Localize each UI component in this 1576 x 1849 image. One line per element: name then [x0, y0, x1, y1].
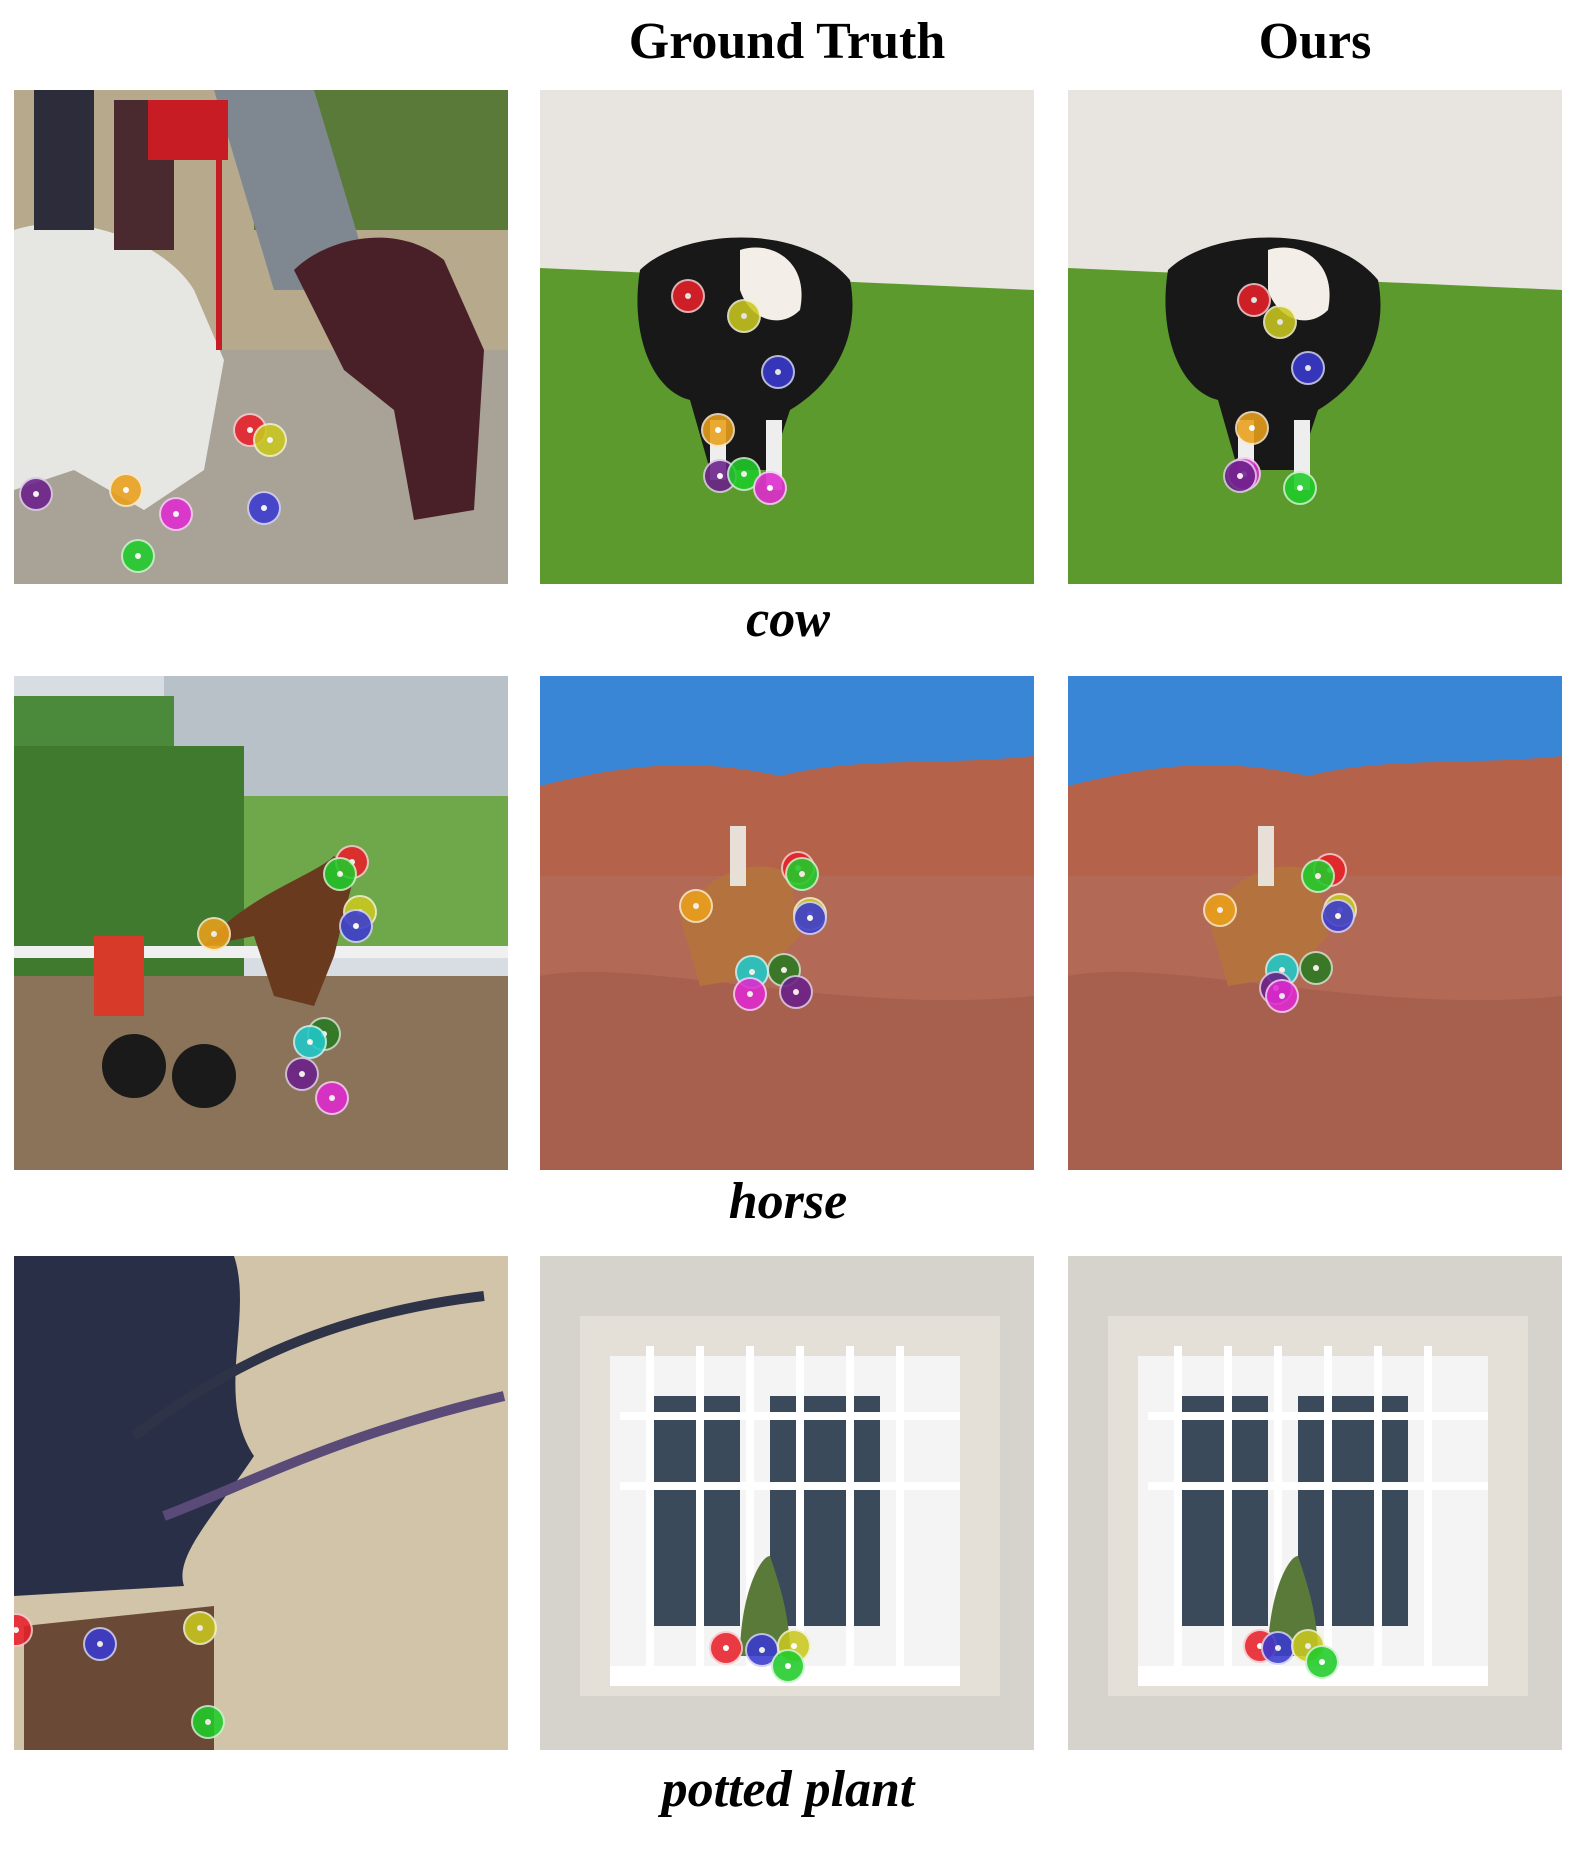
potted-plant-source-image — [14, 1256, 508, 1750]
cow-ours-image — [1068, 90, 1562, 584]
keypoint — [191, 1705, 225, 1739]
keypoint — [701, 413, 735, 447]
keypoint — [1299, 951, 1333, 985]
keypoint — [1265, 979, 1299, 1013]
horse-ground-truth-image — [540, 676, 1034, 1170]
keypoint — [197, 917, 231, 951]
keypoint — [339, 909, 373, 943]
keypoint — [1283, 471, 1317, 505]
keypoint — [1291, 351, 1325, 385]
category-label-cow: cow — [746, 591, 830, 648]
keypoint — [323, 857, 357, 891]
keypoint — [1301, 859, 1335, 893]
keypoint — [315, 1081, 349, 1115]
keypoint — [671, 279, 705, 313]
keypoint — [1235, 411, 1269, 445]
keypoint — [761, 355, 795, 389]
header-ours: Ours — [1258, 13, 1372, 70]
keypoint — [785, 857, 819, 891]
keypoint — [679, 889, 713, 923]
keypoint — [159, 497, 193, 531]
header-ground-truth: Ground Truth — [628, 13, 946, 70]
keypoint — [121, 539, 155, 573]
keypoint — [709, 1631, 743, 1665]
horse-source-image — [14, 676, 508, 1170]
keypoint — [293, 1025, 327, 1059]
horse-ours-image — [1068, 676, 1562, 1170]
category-label-potted-plant: potted plant — [661, 1761, 915, 1818]
keypoint — [727, 299, 761, 333]
cow-source-image — [14, 90, 508, 584]
keypoint — [1305, 1645, 1339, 1679]
keypoint — [109, 473, 143, 507]
keypoint — [183, 1611, 217, 1645]
keypoint — [779, 975, 813, 1009]
keypoint — [733, 977, 767, 1011]
keypoint — [253, 423, 287, 457]
category-label-horse: horse — [728, 1173, 848, 1230]
cow-ground-truth-image — [540, 90, 1034, 584]
keypoint — [247, 491, 281, 525]
potted-plant-ours-image — [1068, 1256, 1562, 1750]
keypoint — [1263, 305, 1297, 339]
keypoint — [285, 1057, 319, 1091]
keypoint — [771, 1649, 805, 1683]
keypoint — [1223, 459, 1257, 493]
keypoint — [753, 471, 787, 505]
potted-plant-ground-truth-image — [540, 1256, 1034, 1750]
keypoint — [1261, 1631, 1295, 1665]
keypoint — [1321, 899, 1355, 933]
keypoint — [83, 1627, 117, 1661]
keypoint — [1203, 893, 1237, 927]
keypoint — [793, 901, 827, 935]
keypoint — [19, 477, 53, 511]
